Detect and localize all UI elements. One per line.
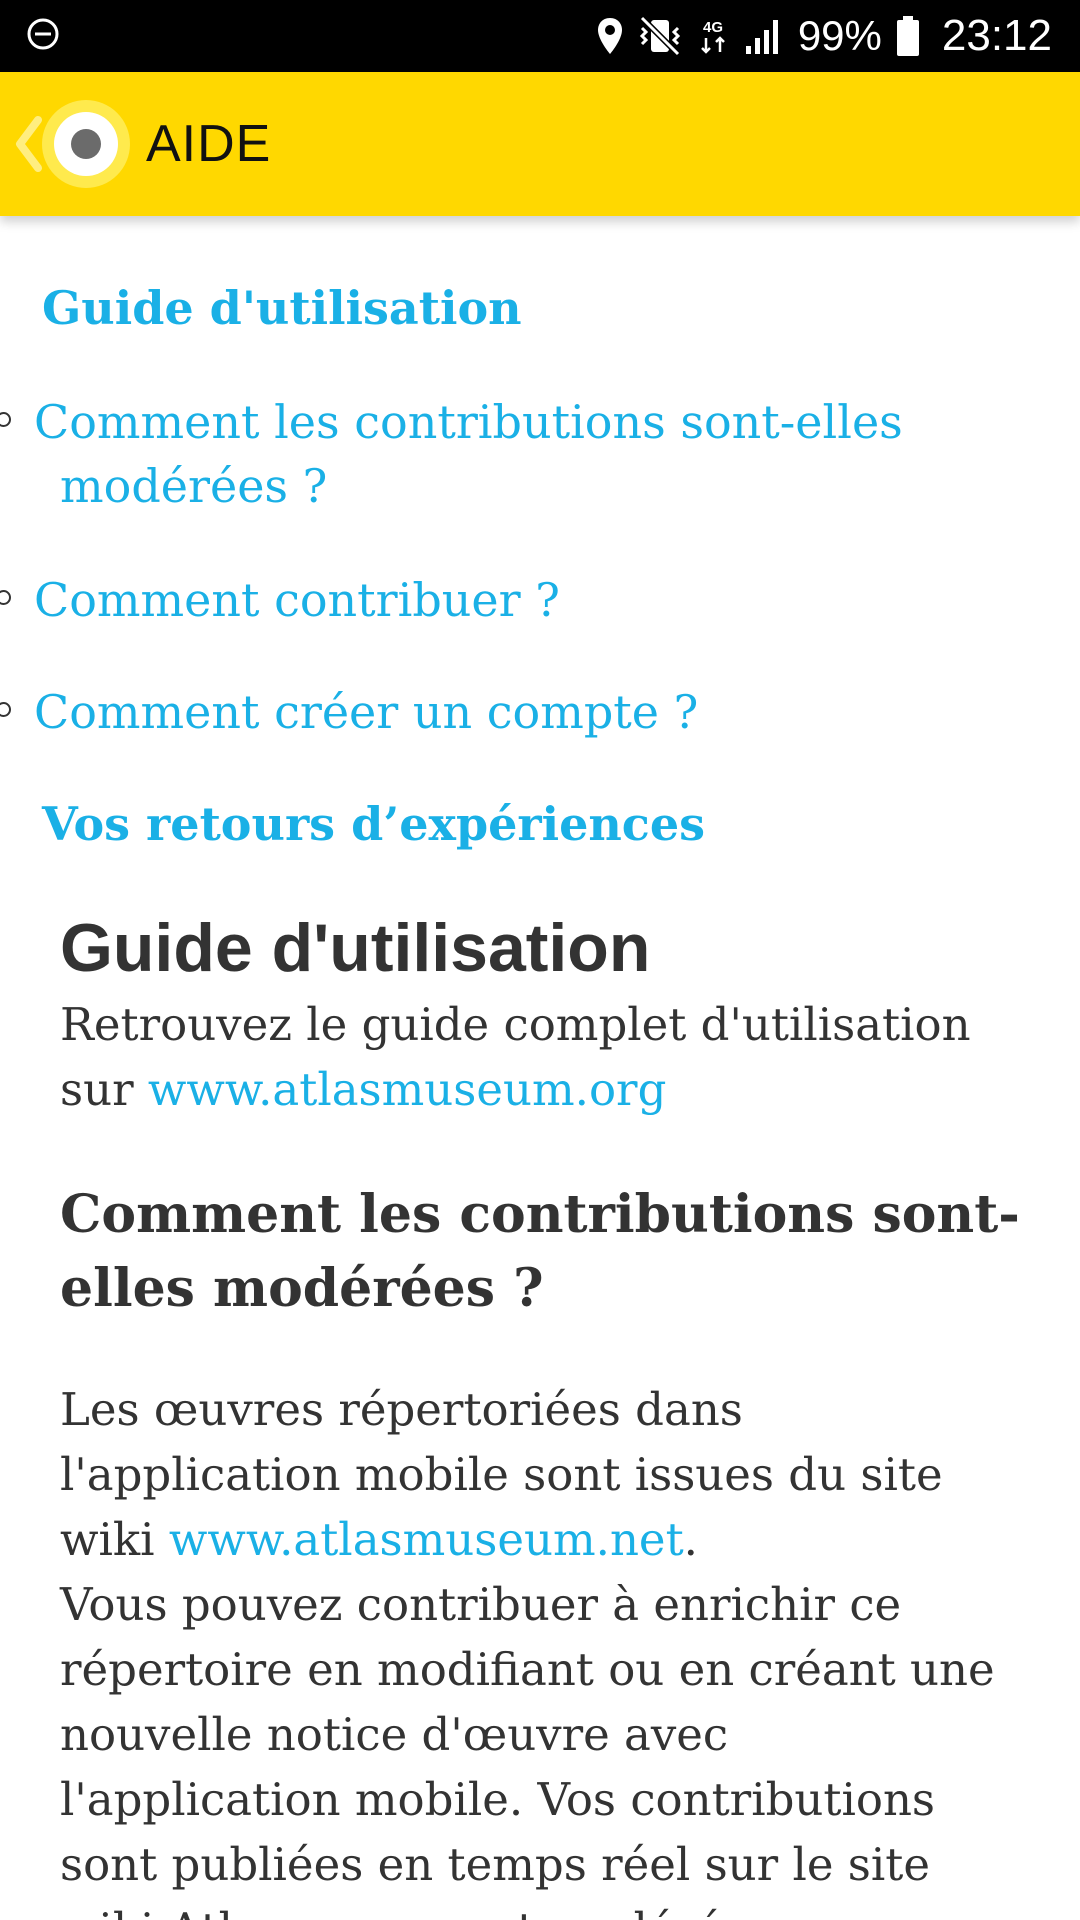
battery-icon <box>896 16 919 56</box>
battery-percent: 99% <box>797 12 882 59</box>
network-4g-icon: 4G <box>700 19 725 54</box>
status-bar: 4G 99% 23:12 <box>0 0 1080 72</box>
moderation-text-end: . <box>683 1513 698 1566</box>
section-title-moderation: Comment les contributions sont-elles mod… <box>60 1184 1020 1319</box>
moderation-text-2: Vous pouvez contribuer à enrichir ce rép… <box>60 1578 995 1920</box>
svg-text:4G: 4G <box>703 19 723 36</box>
app-bar: AIDE <box>0 72 1080 216</box>
atlasmuseum-net-link[interactable]: www.atlasmuseum.net <box>169 1513 684 1566</box>
help-content: Guide d'utilisation Comment les contribu… <box>0 216 1080 1920</box>
toc-link-contribute[interactable]: Comment contribuer ? <box>0 568 1040 632</box>
do-not-disturb-icon <box>27 18 59 50</box>
vibrate-icon <box>639 16 680 56</box>
atlasmuseum-org-link[interactable]: www.atlasmuseum.org <box>148 1063 667 1116</box>
toc-item-label: Comment créer un compte ? <box>34 685 699 739</box>
guide-paragraph: Retrouvez le guide complet d'utilisation… <box>60 992 1020 1122</box>
toc-link-feedback[interactable]: Vos retours d’expériences <box>42 794 705 854</box>
location-icon <box>597 18 622 54</box>
toc-link-moderation[interactable]: Comment les contributions sont-elles mod… <box>0 390 1040 518</box>
toc-link-create-account[interactable]: Comment créer un compte ? <box>0 680 1040 744</box>
toc-item-label: Comment les contributions sont-elles mod… <box>34 395 903 513</box>
clock: 23:12 <box>941 11 1052 60</box>
toc-link-guide[interactable]: Guide d'utilisation <box>42 278 522 338</box>
section-title-guide: Guide d'utilisation <box>60 910 651 986</box>
page-title: AIDE <box>146 115 272 173</box>
moderation-paragraph: Les œuvres répertoriées dans l'applicati… <box>60 1377 1020 1920</box>
app-logo-icon <box>42 100 130 188</box>
signal-icon <box>745 20 778 54</box>
toc-item-label: Comment contribuer ? <box>34 573 560 627</box>
